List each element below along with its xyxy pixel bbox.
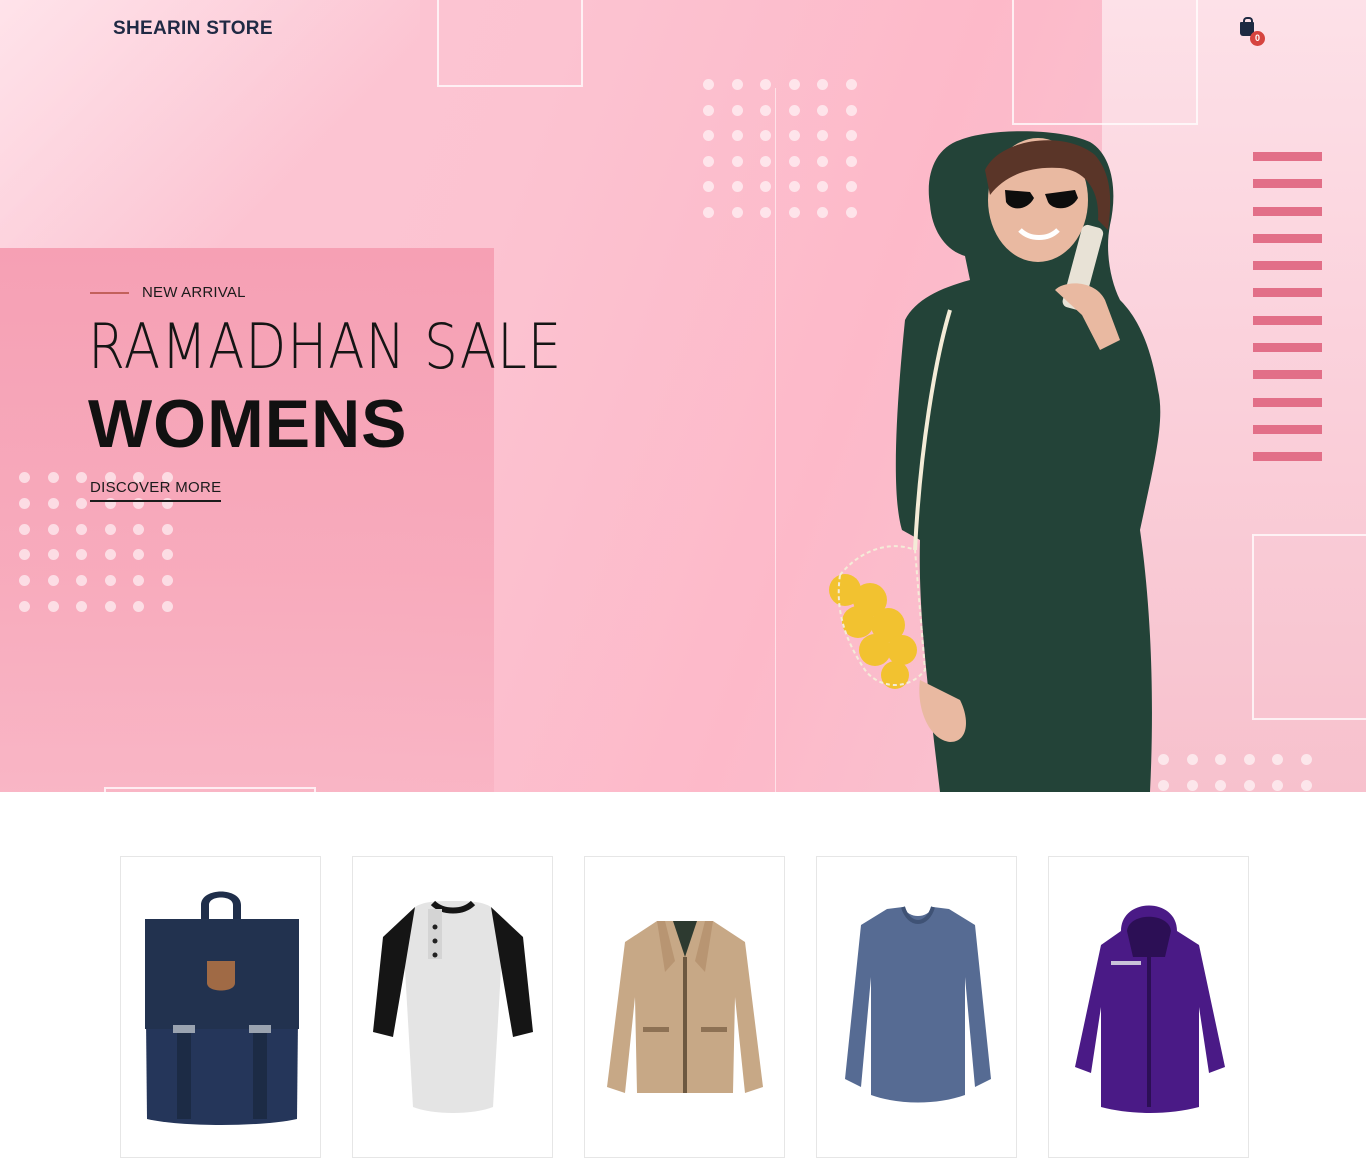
dot-grid [1158, 754, 1312, 791]
decor-frame [1252, 534, 1366, 720]
discover-more-link[interactable]: DISCOVER MORE [90, 479, 222, 502]
product-card-raglan-tee[interactable] [352, 856, 553, 1158]
product-card-khaki-jacket[interactable] [584, 856, 785, 1158]
khaki-jacket-image [607, 921, 763, 1093]
hero-tag: NEW ARRIVAL [90, 284, 246, 301]
stripe-decor [1253, 152, 1322, 480]
decor-frame [437, 0, 583, 87]
hero-tag-label: NEW ARRIVAL [142, 284, 246, 301]
cart-button[interactable]: 0 [1238, 17, 1268, 48]
tag-line-decor [90, 291, 129, 294]
backpack-image [145, 891, 299, 1125]
product-card-backpack[interactable] [120, 856, 321, 1158]
hero-subheadline: WOMENS [88, 386, 408, 462]
hero-headline: RAMADHAN SALE [88, 310, 563, 383]
decor-frame [104, 787, 316, 792]
product-card-blue-tee[interactable] [816, 856, 1017, 1158]
hero-model-image [829, 131, 1161, 792]
brand-logo[interactable]: SHEARIN STORE [113, 18, 273, 40]
product-card-purple-jacket[interactable] [1048, 856, 1249, 1158]
cart-count-badge: 0 [1250, 31, 1265, 46]
decor-frame [1012, 0, 1198, 125]
raglan-tee-image [373, 900, 533, 1113]
purple-jacket-image [1075, 905, 1225, 1113]
hero-banner: SHEARIN STORE 0 NEW ARRIVAL RAMADHAN SAL… [0, 0, 1366, 792]
blue-tee-image [845, 906, 991, 1103]
product-grid [120, 856, 1250, 1158]
